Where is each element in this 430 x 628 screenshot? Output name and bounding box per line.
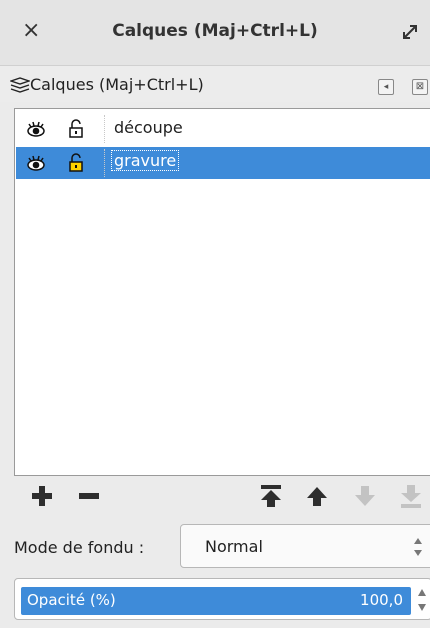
up-down-arrows-icon [414,538,422,556]
column-separator [104,115,105,143]
layer-row-decoupe[interactable]: découpe [16,113,430,145]
layers-list: découpe gravure [14,108,430,476]
unlocked-icon[interactable] [68,153,84,173]
blend-mode-value: Normal [205,537,263,556]
expand-icon[interactable] [400,22,420,42]
opacity-value: 100,0 [360,591,403,609]
unlocked-icon[interactable] [68,119,84,139]
blend-mode-label: Mode de fondu : [14,538,145,557]
spin-arrows-icon[interactable] [417,586,427,614]
opacity-spinbox[interactable]: Opacité (%) 100,0 [14,578,430,620]
opacity-label: Opacité (%) [27,591,116,609]
eye-icon[interactable] [26,154,46,172]
layers-icon [10,77,30,93]
panel-title: Calques (Maj+Ctrl+L) [30,75,204,94]
remove-layer-icon[interactable] [76,483,102,509]
layer-name[interactable]: gravure [110,150,180,171]
blend-mode-row: Mode de fondu : Normal [0,522,430,570]
layer-name[interactable]: découpe [114,118,183,137]
eye-icon[interactable] [26,120,46,138]
blend-mode-select[interactable]: Normal [180,524,430,568]
panel-close-button[interactable]: ⊠ [412,79,428,95]
add-layer-icon[interactable] [29,483,55,509]
raise-layer-icon[interactable] [304,483,330,509]
layers-toolbar [0,480,430,514]
panel-header: Calques (Maj+Ctrl+L) ◂ ⊠ [0,66,430,102]
panel-collapse-button[interactable]: ◂ [378,79,394,95]
lower-layer-icon[interactable] [352,483,378,509]
column-separator [104,149,105,177]
raise-to-top-icon[interactable] [258,483,284,509]
window-title: Calques (Maj+Ctrl+L) [112,21,318,41]
lower-to-bottom-icon[interactable] [398,483,424,509]
window-titlebar: × Calques (Maj+Ctrl+L) [0,0,430,66]
layer-row-gravure[interactable]: gravure [16,147,430,179]
